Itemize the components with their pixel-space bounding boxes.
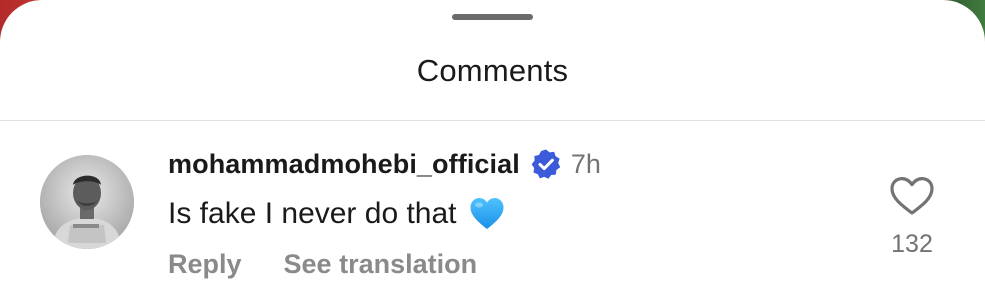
divider xyxy=(0,120,985,121)
username[interactable]: mohammadmohebi_official xyxy=(168,149,520,180)
avatar[interactable] xyxy=(40,155,134,249)
blue-heart-emoji-icon xyxy=(469,196,505,232)
comment-actions: Reply See translation xyxy=(168,246,477,282)
comment-body: Is fake I never do that xyxy=(168,194,505,234)
see-translation-button[interactable]: See translation xyxy=(284,249,478,280)
comments-sheet: Comments mohammadmohebi_official 7h Is f… xyxy=(0,0,985,296)
sheet-title: Comments xyxy=(416,53,569,88)
avatar-photo xyxy=(40,155,134,249)
comment-text: Is fake I never do that xyxy=(168,197,457,230)
reply-button[interactable]: Reply xyxy=(168,249,242,280)
comment-time: 7h xyxy=(570,148,601,179)
drag-handle[interactable] xyxy=(452,14,533,20)
like-count: 132 xyxy=(891,230,933,258)
comment-header: mohammadmohebi_official 7h xyxy=(168,146,601,182)
like-button[interactable] xyxy=(889,176,935,216)
heart-outline-icon xyxy=(890,177,934,215)
verified-badge-icon xyxy=(530,148,562,180)
